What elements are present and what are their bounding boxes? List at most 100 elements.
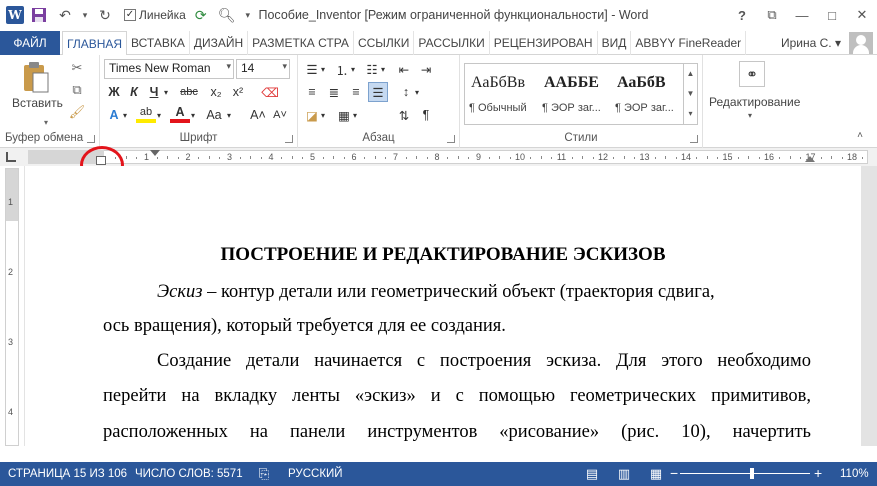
tab-item[interactable]: ВСТАВКА <box>127 31 190 55</box>
decrease-indent-icon[interactable]: ⇤ <box>394 59 414 79</box>
increase-indent-icon[interactable]: ⇥ <box>416 59 436 79</box>
justify-icon[interactable]: ☰ <box>368 82 388 102</box>
vertical-ruler-number: 2 <box>8 267 14 277</box>
copy-icon[interactable]: ⧉ <box>68 81 86 99</box>
web-layout-icon[interactable]: ▦ <box>648 466 664 482</box>
collapse-ribbon-icon[interactable]: ˄ <box>857 130 863 141</box>
font-name-dropdown-icon[interactable]: ▾ <box>226 61 231 72</box>
ruler-number: 5 <box>309 152 315 162</box>
style-eor-heading-2[interactable]: АаБбВ ¶ ЭОР заг... <box>611 64 683 124</box>
bullets-dropdown-icon[interactable]: ▾ <box>318 59 328 79</box>
text-effects-dropdown-icon[interactable]: ▾ <box>120 105 130 125</box>
help-button[interactable]: ? <box>727 0 757 30</box>
clipboard-launcher-icon[interactable] <box>87 135 95 143</box>
subscript-button[interactable]: x₂ <box>206 82 226 102</box>
paragraph-group-label: Абзац <box>362 132 395 144</box>
style-eor-heading-1[interactable]: ААББЕ ¶ ЭОР заг... <box>538 64 610 124</box>
user-account[interactable]: Ирина С. ▾ <box>781 36 841 50</box>
change-case-dropdown-icon[interactable]: ▾ <box>224 105 234 125</box>
tab-selector-icon[interactable] <box>6 152 16 162</box>
styles-more-icon[interactable]: ▾ <box>684 104 697 124</box>
avatar[interactable] <box>849 32 873 54</box>
tab-item[interactable]: ССЫЛКИ <box>354 31 415 55</box>
language[interactable]: РУССКИЙ <box>288 468 343 480</box>
ruler-tick <box>302 157 304 159</box>
sort-icon[interactable]: ⇅ <box>394 105 414 125</box>
paste-button[interactable]: Вставить <box>12 96 63 110</box>
shading-dropdown-icon[interactable]: ▾ <box>318 105 328 125</box>
show-formatting-button[interactable]: ¶ <box>416 105 436 125</box>
read-mode-icon[interactable]: ▤ <box>584 466 600 482</box>
zoom-slider-thumb[interactable] <box>750 468 754 479</box>
document-page[interactable]: ПОСТРОЕНИЕ И РЕДАКТИРОВАНИЕ ЭСКИЗОВ Эски… <box>25 166 861 446</box>
ribbon-display-options-button[interactable]: ⧉ <box>757 0 787 30</box>
vertical-ruler-number: 3 <box>8 337 14 347</box>
styles-scroll-down-icon[interactable]: ▼ <box>684 84 697 104</box>
tab-item[interactable]: ДИЗАЙН <box>190 31 249 55</box>
ribbon-tabs: ГЛАВНАЯ ВСТАВКА ДИЗАЙН РАЗМЕТКА СТРА ССЫЛКИ Р… <box>62 31 747 56</box>
grow-font-button[interactable]: A˄ <box>248 105 268 125</box>
font-size-combo[interactable]: 14 ▾ <box>236 59 290 79</box>
first-line-indent-marker[interactable] <box>150 150 160 156</box>
tab-item[interactable]: ГЛАВНАЯ <box>62 31 128 56</box>
numbering-dropdown-icon[interactable]: ▾ <box>348 59 358 79</box>
maximize-button[interactable]: □ <box>817 0 847 30</box>
font-size-value: 14 <box>241 61 255 75</box>
align-right-icon[interactable]: ≡ <box>346 82 366 102</box>
font-launcher-icon[interactable] <box>285 135 293 143</box>
print-layout-icon[interactable]: ▥ <box>616 466 632 482</box>
ruler-tick <box>499 156 501 159</box>
ruler-number: 2 <box>185 152 191 162</box>
editing-group[interactable]: ⚭ Редактирование ▾ <box>703 55 803 148</box>
ruler-tick <box>820 157 822 159</box>
clear-formatting-icon[interactable]: ⌫ <box>260 82 280 102</box>
tab-item[interactable]: РАЗМЕТКА СТРА <box>248 31 354 55</box>
highlight-icon[interactable]: ab <box>136 105 156 123</box>
borders-dropdown-icon[interactable]: ▾ <box>350 105 360 125</box>
strikethrough-button[interactable]: abc <box>176 82 202 102</box>
close-button[interactable]: ✕ <box>847 0 877 30</box>
tab-file[interactable]: ФАЙЛ <box>0 31 60 55</box>
style-name: ¶ ЭОР заг... <box>615 102 674 114</box>
bold-button[interactable]: Ж <box>104 82 124 102</box>
zoom-slider[interactable] <box>680 473 810 474</box>
binoculars-icon[interactable]: ⚭ <box>739 61 765 87</box>
cut-icon[interactable]: ✂ <box>68 59 86 77</box>
align-center-icon[interactable]: ≣ <box>324 82 344 102</box>
tab-item[interactable]: ABBYY FineReader <box>631 31 747 55</box>
superscript-button[interactable]: x² <box>228 82 248 102</box>
ruler-tick <box>706 156 708 159</box>
styles-launcher-icon[interactable] <box>690 135 698 143</box>
italic-button[interactable]: К <box>124 82 144 102</box>
tab-item[interactable]: РАССЫЛКИ <box>414 31 490 55</box>
tab-item[interactable]: ВИД <box>598 31 632 55</box>
editing-dropdown-icon[interactable]: ▾ <box>748 111 752 120</box>
right-indent-marker[interactable] <box>805 156 815 162</box>
highlight-dropdown-icon[interactable]: ▾ <box>154 105 164 125</box>
paste-icon[interactable] <box>22 61 50 93</box>
underline-dropdown-icon[interactable]: ▾ <box>160 82 172 102</box>
font-color-dropdown-icon[interactable]: ▾ <box>188 105 198 125</box>
tab-item[interactable]: РЕЦЕНЗИРОВАН <box>490 31 598 55</box>
multilevel-dropdown-icon[interactable]: ▾ <box>378 59 388 79</box>
align-left-icon[interactable]: ≡ <box>302 82 322 102</box>
paragraph-launcher-icon[interactable] <box>447 135 455 143</box>
zoom-out-button[interactable]: − <box>670 465 678 481</box>
font-color-icon[interactable]: A <box>170 105 190 123</box>
zoom-level[interactable]: 110% <box>840 468 869 480</box>
zoom-in-button[interactable]: + <box>814 465 822 481</box>
shrink-font-button[interactable]: A˅ <box>270 105 290 125</box>
format-painter-icon[interactable]: 🖌︎ <box>68 103 86 121</box>
styles-scroll-up-icon[interactable]: ▲ <box>684 64 697 84</box>
minimize-button[interactable]: — <box>787 0 817 30</box>
style-normal[interactable]: АаБбВв ¶ Обычный <box>465 64 537 124</box>
change-case-button[interactable]: Aa <box>204 105 224 125</box>
line-spacing-dropdown-icon[interactable]: ▾ <box>412 82 422 102</box>
font-name-combo[interactable]: Times New Roman ▾ <box>104 59 234 79</box>
page-count[interactable]: СТРАНИЦА 15 ИЗ 106 <box>8 468 127 480</box>
paste-dropdown-icon[interactable]: ▾ <box>37 113 55 131</box>
word-count[interactable]: ЧИСЛО СЛОВ: 5571 <box>135 468 243 480</box>
font-size-dropdown-icon[interactable]: ▾ <box>282 61 287 72</box>
ruler-tick <box>208 156 210 159</box>
proofing-icon[interactable]: ⎘ <box>256 466 272 482</box>
